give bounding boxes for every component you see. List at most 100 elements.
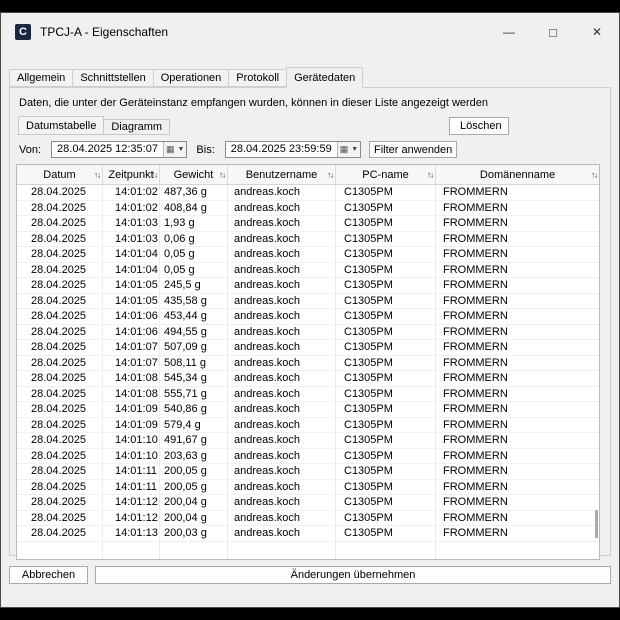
tab-schnittstellen[interactable]: Schnittstellen <box>72 69 153 87</box>
table-cell: 0,06 g <box>160 232 228 247</box>
table-row[interactable]: 28.04.202514:01:05435,58 gandreas.kochC1… <box>17 294 599 310</box>
table-cell: C1305PM <box>336 511 436 526</box>
table-row[interactable]: 28.04.202514:01:13200,03 gandreas.kochC1… <box>17 526 599 542</box>
table-cell: FROMMERN <box>436 526 599 541</box>
apply-changes-button[interactable]: Änderungen übernehmen <box>95 566 611 584</box>
table-cell: 28.04.2025 <box>17 356 103 371</box>
tab-geraetedaten[interactable]: Gerätedaten <box>286 67 363 88</box>
table-row[interactable]: 28.04.202514:01:06494,55 gandreas.kochC1… <box>17 325 599 341</box>
subtab-diagramm[interactable]: Diagramm <box>103 119 170 135</box>
table-cell: 203,63 g <box>160 449 228 464</box>
table-cell: FROMMERN <box>436 216 599 231</box>
table-cell: C1305PM <box>336 309 436 324</box>
table-row[interactable]: 28.04.202514:01:12200,04 gandreas.kochC1… <box>17 511 599 527</box>
sort-icon[interactable]: ↑↓ <box>94 170 100 179</box>
table-cell: 14:01:12 <box>103 511 160 526</box>
table-cell: andreas.koch <box>228 232 336 247</box>
table-cell: 28.04.2025 <box>17 511 103 526</box>
cancel-button[interactable]: Abbrechen <box>9 566 88 584</box>
table-cell: 508,11 g <box>160 356 228 371</box>
column-label: PC-name <box>362 169 408 181</box>
table-cell: 28.04.2025 <box>17 480 103 495</box>
table-row[interactable]: 28.04.202514:01:07508,11 gandreas.kochC1… <box>17 356 599 372</box>
table-row[interactable]: 28.04.202514:01:11200,05 gandreas.kochC1… <box>17 464 599 480</box>
sort-icon[interactable]: ↑↓ <box>327 170 333 179</box>
table-row[interactable]: 28.04.202514:01:040,05 gandreas.kochC130… <box>17 247 599 263</box>
tab-allgemein[interactable]: Allgemein <box>9 69 73 87</box>
table-header: Datum↑↓Zeitpunkt↑↓Gewicht↑↓ Benutzername ↑… <box>17 165 599 185</box>
table-row[interactable]: 28.04.202514:01:06453,44 gandreas.kochC1… <box>17 309 599 325</box>
table-cell: FROMMERN <box>436 201 599 216</box>
table-cell: 245,5 g <box>160 278 228 293</box>
column-header-benutzername[interactable]: Benutzername ↑↓ <box>228 165 336 184</box>
minimize-button[interactable]: — <box>487 16 531 48</box>
table-cell: 28.04.2025 <box>17 371 103 386</box>
table-row[interactable]: 28.04.202514:01:09579,4 gandreas.kochC13… <box>17 418 599 434</box>
table-cell: andreas.koch <box>228 433 336 448</box>
table-cell: 200,05 g <box>160 480 228 495</box>
table-cell: 14:01:03 <box>103 232 160 247</box>
table-row[interactable]: 28.04.202514:01:05245,5 gandreas.kochC13… <box>17 278 599 294</box>
table-cell: FROMMERN <box>436 511 599 526</box>
von-datetime-input[interactable]: 28.04.2025 12:35:07 ▦ ▼ <box>51 141 187 158</box>
table-cell: C1305PM <box>336 418 436 433</box>
table-cell: 28.04.2025 <box>17 201 103 216</box>
table-cell: C1305PM <box>336 232 436 247</box>
delete-button[interactable]: Löschen <box>449 117 509 135</box>
table-row[interactable]: 28.04.202514:01:09540,86 gandreas.kochC1… <box>17 402 599 418</box>
table-cell: 14:01:05 <box>103 278 160 293</box>
tab-protokoll[interactable]: Protokoll <box>228 69 287 87</box>
sort-icon[interactable]: ↑↓ <box>219 170 225 179</box>
table-row[interactable]: 28.04.202514:01:02408,84 gandreas.kochC1… <box>17 201 599 217</box>
column-label: Benutzername <box>246 169 318 181</box>
table-cell: 14:01:02 <box>103 201 160 216</box>
bis-datetime-input[interactable]: 28.04.2025 23:59:59 ▦ ▼ <box>225 141 361 158</box>
table-cell: 507,09 g <box>160 340 228 355</box>
table-cell: FROMMERN <box>436 464 599 479</box>
table-cell: C1305PM <box>336 356 436 371</box>
table-row[interactable]: 28.04.202514:01:08545,34 gandreas.kochC1… <box>17 371 599 387</box>
sort-icon[interactable]: ↑↓ <box>427 170 433 179</box>
table-row[interactable]: 28.04.202514:01:12200,04 gandreas.kochC1… <box>17 495 599 511</box>
table-cell: 200,04 g <box>160 511 228 526</box>
table-cell: 14:01:11 <box>103 464 160 479</box>
table-cell: andreas.koch <box>228 201 336 216</box>
table-cell: 14:01:08 <box>103 387 160 402</box>
column-header-domaenenname[interactable]: Domänenname↑↓ <box>436 165 599 184</box>
table-row[interactable]: 28.04.202514:01:07507,09 gandreas.kochC1… <box>17 340 599 356</box>
table-row[interactable]: 28.04.202514:01:08555,71 gandreas.kochC1… <box>17 387 599 403</box>
vertical-scrollbar[interactable] <box>595 510 598 538</box>
table-cell: andreas.koch <box>228 340 336 355</box>
filter-apply-button[interactable]: Filter anwenden <box>369 141 457 158</box>
table-row[interactable]: 28.04.202514:01:02487,36 gandreas.kochC1… <box>17 185 599 201</box>
tab-operationen[interactable]: Operationen <box>153 69 230 87</box>
table-row[interactable]: 28.04.202514:01:040,05 gandreas.kochC130… <box>17 263 599 279</box>
table-row[interactable]: 28.04.202514:01:031,93 gandreas.kochC130… <box>17 216 599 232</box>
column-header-pc-name[interactable]: PC-name ↑↓ <box>336 165 436 184</box>
column-header-gewicht[interactable]: Gewicht↑↓ <box>160 165 228 184</box>
table-cell: FROMMERN <box>436 433 599 448</box>
table-cell: 545,34 g <box>160 371 228 386</box>
von-datetime-dropdown[interactable]: ▦ ▼ <box>163 142 186 157</box>
table-cell: 408,84 g <box>160 201 228 216</box>
tab-strip: AllgemeinSchnittstellenOperationenProtok… <box>1 67 619 87</box>
sort-icon[interactable]: ↑↓ <box>591 170 597 179</box>
table-row[interactable]: 28.04.202514:01:030,06 gandreas.kochC130… <box>17 232 599 248</box>
table-cell: 14:01:10 <box>103 433 160 448</box>
column-header-datum[interactable]: Datum↑↓ <box>17 165 103 184</box>
bis-datetime-dropdown[interactable]: ▦ ▼ <box>337 142 360 157</box>
column-header-zeitpunkt[interactable]: Zeitpunkt↑↓ <box>103 165 160 184</box>
sort-icon[interactable]: ↑↓ <box>151 170 157 179</box>
bis-label: Bis: <box>196 144 214 156</box>
maximize-button[interactable]: □ <box>531 16 575 48</box>
calendar-icon: ▦ <box>166 145 175 154</box>
table-cell: 14:01:03 <box>103 216 160 231</box>
subtab-datumstabelle[interactable]: Datumstabelle <box>18 116 104 135</box>
close-button[interactable]: ✕ <box>575 16 619 48</box>
table-cell: C1305PM <box>336 449 436 464</box>
table-cell: 14:01:09 <box>103 418 160 433</box>
table-row[interactable]: 28.04.202514:01:10491,67 gandreas.kochC1… <box>17 433 599 449</box>
table-row[interactable]: 28.04.202514:01:10203,63 gandreas.kochC1… <box>17 449 599 465</box>
table-cell: 28.04.2025 <box>17 185 103 200</box>
table-row[interactable]: 28.04.202514:01:11200,05 gandreas.kochC1… <box>17 480 599 496</box>
